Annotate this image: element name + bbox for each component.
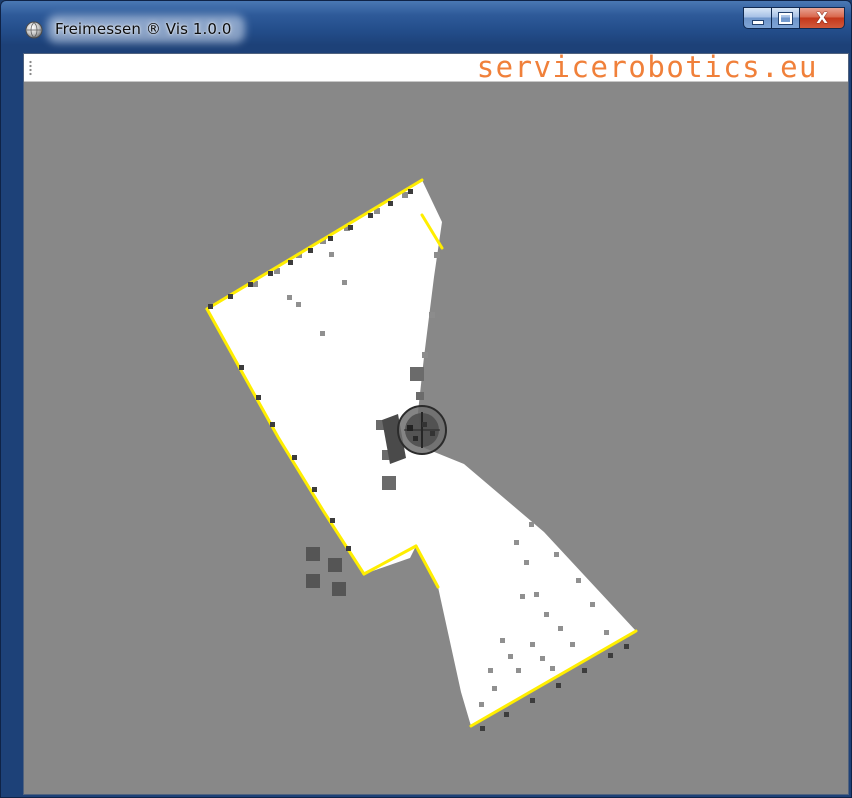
globe-icon[interactable] — [25, 21, 43, 39]
app-window: Freimessen ® Vis 1.0.0 X servicerobotics… — [0, 0, 852, 798]
occupancy-map[interactable] — [24, 82, 848, 794]
caption-buttons: X — [743, 7, 845, 29]
brand-logo-text: servicerobotics.eu — [476, 50, 818, 84]
toolbar-grip[interactable] — [29, 60, 32, 76]
close-button[interactable]: X — [799, 7, 845, 29]
client-area: servicerobotics.eu — [23, 50, 849, 795]
obstacle-cluster — [306, 547, 346, 596]
window-title: Freimessen ® Vis 1.0.0 — [55, 20, 232, 38]
title-bar[interactable]: Freimessen ® Vis 1.0.0 X — [1, 1, 851, 47]
map-viewport[interactable] — [24, 82, 848, 794]
maximize-icon — [779, 12, 792, 24]
close-icon: X — [816, 8, 828, 27]
toolbar: servicerobotics.eu — [24, 50, 848, 84]
maximize-button[interactable] — [771, 7, 799, 29]
minimize-button[interactable] — [743, 7, 771, 29]
robot-icon[interactable] — [397, 405, 447, 455]
minimize-icon — [751, 19, 764, 25]
